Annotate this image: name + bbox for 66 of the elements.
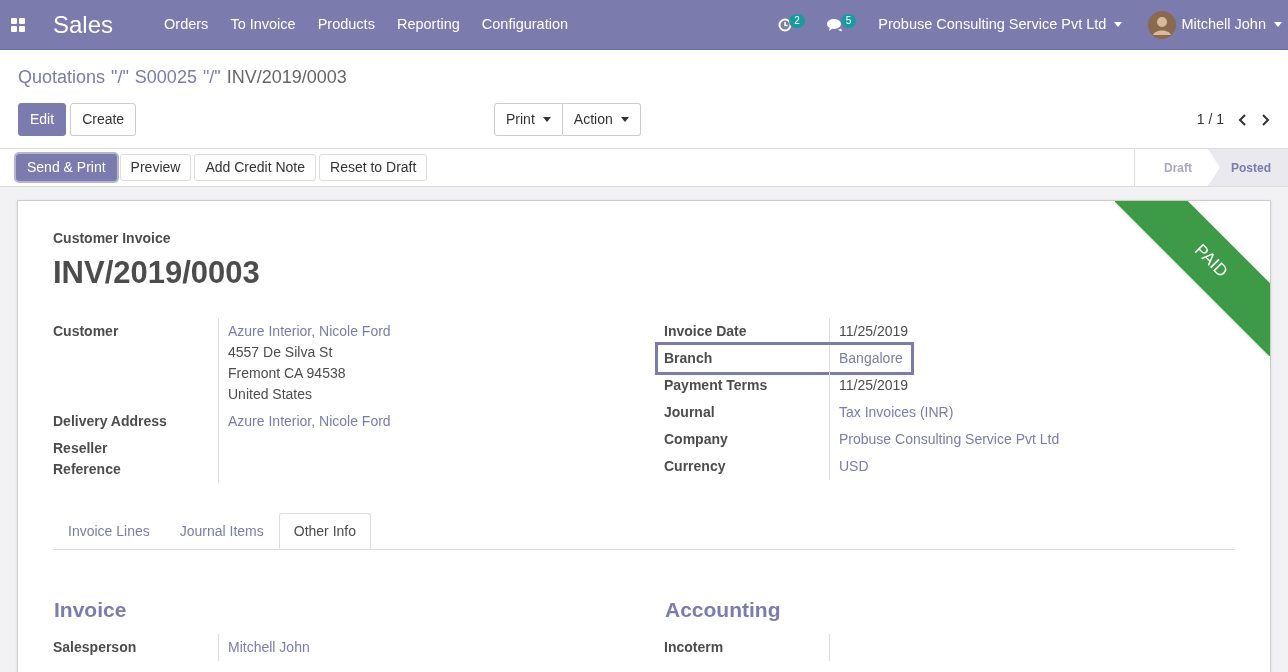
chat-icon	[826, 17, 844, 32]
field-label: Invoice Date	[664, 322, 748, 341]
messages-button[interactable]: 5	[826, 17, 857, 32]
field-value: Fremont CA 94538	[228, 364, 346, 383]
field-link[interactable]: USD	[839, 456, 869, 477]
field-label: Delivery Address	[53, 412, 168, 431]
caret-icon	[620, 117, 629, 122]
status-stage[interactable]: Posted	[1208, 149, 1288, 186]
caret-icon	[1274, 22, 1282, 27]
invoice-number: INV/2019/0003	[53, 254, 260, 292]
user-menu[interactable]: Mitchell John	[1148, 10, 1282, 39]
field-value: United States	[228, 385, 313, 404]
field-link[interactable]: Azure Interior, Nicole Ford	[228, 321, 391, 342]
field-value: 11/25/2019	[839, 376, 909, 395]
breadcrumb-link[interactable]: S00025	[134, 64, 197, 91]
next-icon[interactable]	[1262, 113, 1270, 126]
company-switcher[interactable]: Probuse Consulting Service Pvt Ltd	[878, 13, 1123, 36]
activity-button[interactable]: 2	[778, 17, 805, 32]
breadcrumb-current: INV/2019/0003	[226, 66, 347, 89]
form-tab[interactable]: Other Info	[278, 513, 372, 549]
field-label: Journal	[664, 403, 716, 422]
menu-item[interactable]: To Invoice	[219, 13, 307, 36]
pager-value: 1 / 1	[1196, 110, 1224, 129]
field-link[interactable]: Bangalore	[839, 348, 903, 369]
field-label: Reseller Reference	[53, 439, 122, 479]
app-title[interactable]: Sales	[53, 6, 114, 43]
field-label: Payment Terms	[664, 376, 769, 395]
section-heading: Accounting	[665, 597, 782, 623]
menu-item[interactable]: Configuration	[470, 13, 580, 36]
menu-item[interactable]: Orders	[153, 13, 220, 36]
form-tab[interactable]: Invoice Lines	[53, 513, 165, 549]
field-label: Salesperson	[53, 637, 138, 657]
edit-button[interactable]: Edit	[18, 103, 67, 136]
statusbar-button[interactable]: Add Credit Note	[194, 154, 316, 181]
field-value: 11/25/2019	[839, 322, 909, 341]
dropdown-button[interactable]: Action	[562, 103, 641, 136]
caret-icon	[1114, 22, 1123, 27]
previous-icon[interactable]	[1238, 113, 1246, 126]
field-link[interactable]: Mitchell John	[228, 636, 310, 658]
breadcrumb-link[interactable]: Quotations	[18, 64, 106, 91]
field-label: Customer	[53, 322, 120, 341]
breadcrumb-separator: "/"	[202, 66, 221, 89]
field-link[interactable]: Azure Interior, Nicole Ford	[228, 411, 391, 432]
menu-item[interactable]: Products	[306, 13, 386, 36]
statusbar-button[interactable]: Reset to Draft	[319, 154, 428, 181]
field-value: 4557 De Silva St	[228, 343, 333, 362]
dropdown-button[interactable]: Print	[494, 103, 563, 136]
count-badge: 2	[789, 13, 805, 28]
field-label: Branch	[664, 349, 714, 368]
statusbar-button[interactable]: Preview	[119, 154, 192, 181]
form-tab[interactable]: Journal Items	[164, 513, 279, 549]
clock-icon	[778, 17, 793, 32]
field-label: Incoterm	[664, 637, 725, 657]
field-link[interactable]: Tax Invoices (INR)	[839, 402, 954, 423]
field-link[interactable]: Probuse Consulting Service Pvt Ltd	[839, 429, 1060, 450]
form-subtitle: Customer Invoice	[53, 229, 172, 248]
menu-item[interactable]: Reporting	[385, 13, 471, 36]
count-badge: 5	[840, 13, 857, 28]
avatar-icon	[1148, 10, 1177, 39]
breadcrumb-separator: "/"	[111, 66, 129, 89]
create-button[interactable]: Create	[70, 103, 137, 136]
field-label: Company	[664, 430, 729, 449]
field-label: Currency	[664, 457, 727, 476]
statusbar-button[interactable]: Send & Print	[16, 154, 117, 181]
section-heading: Invoice	[54, 597, 128, 623]
caret-icon	[542, 117, 551, 122]
